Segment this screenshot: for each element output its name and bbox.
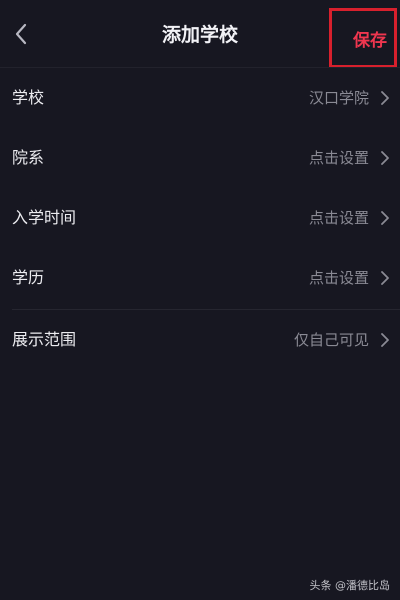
chevron-right-icon — [381, 271, 389, 285]
school-row[interactable]: 学校 汉口学院 — [0, 68, 400, 128]
visibility-value: 仅自己可见 — [293, 331, 369, 349]
school-value: 汉口学院 — [308, 89, 369, 107]
education-level-value: 点击设置 — [308, 269, 369, 287]
visibility-label: 展示范围 — [12, 330, 77, 349]
education-level-row[interactable]: 学历 点击设置 — [0, 248, 400, 308]
watermark: 头条 @潘德比岛 — [309, 579, 391, 592]
save-button[interactable]: 保存 — [329, 8, 397, 68]
department-value: 点击设置 — [308, 149, 369, 167]
school-label: 学校 — [12, 88, 45, 107]
top-bar: 添加学校 保存 — [0, 0, 400, 68]
department-label: 院系 — [12, 148, 45, 167]
chevron-right-icon — [381, 91, 389, 105]
chevron-right-icon — [381, 151, 389, 165]
department-row[interactable]: 院系 点击设置 — [0, 128, 400, 188]
enrollment-date-label: 入学时间 — [12, 208, 77, 227]
enrollment-date-row[interactable]: 入学时间 点击设置 — [0, 188, 400, 248]
chevron-right-icon — [381, 211, 389, 225]
save-button-label: 保存 — [353, 30, 387, 51]
education-level-label: 学历 — [12, 268, 45, 287]
enrollment-date-value: 点击设置 — [308, 209, 369, 227]
visibility-row[interactable]: 展示范围 仅自己可见 — [0, 310, 400, 370]
chevron-right-icon — [381, 333, 389, 347]
